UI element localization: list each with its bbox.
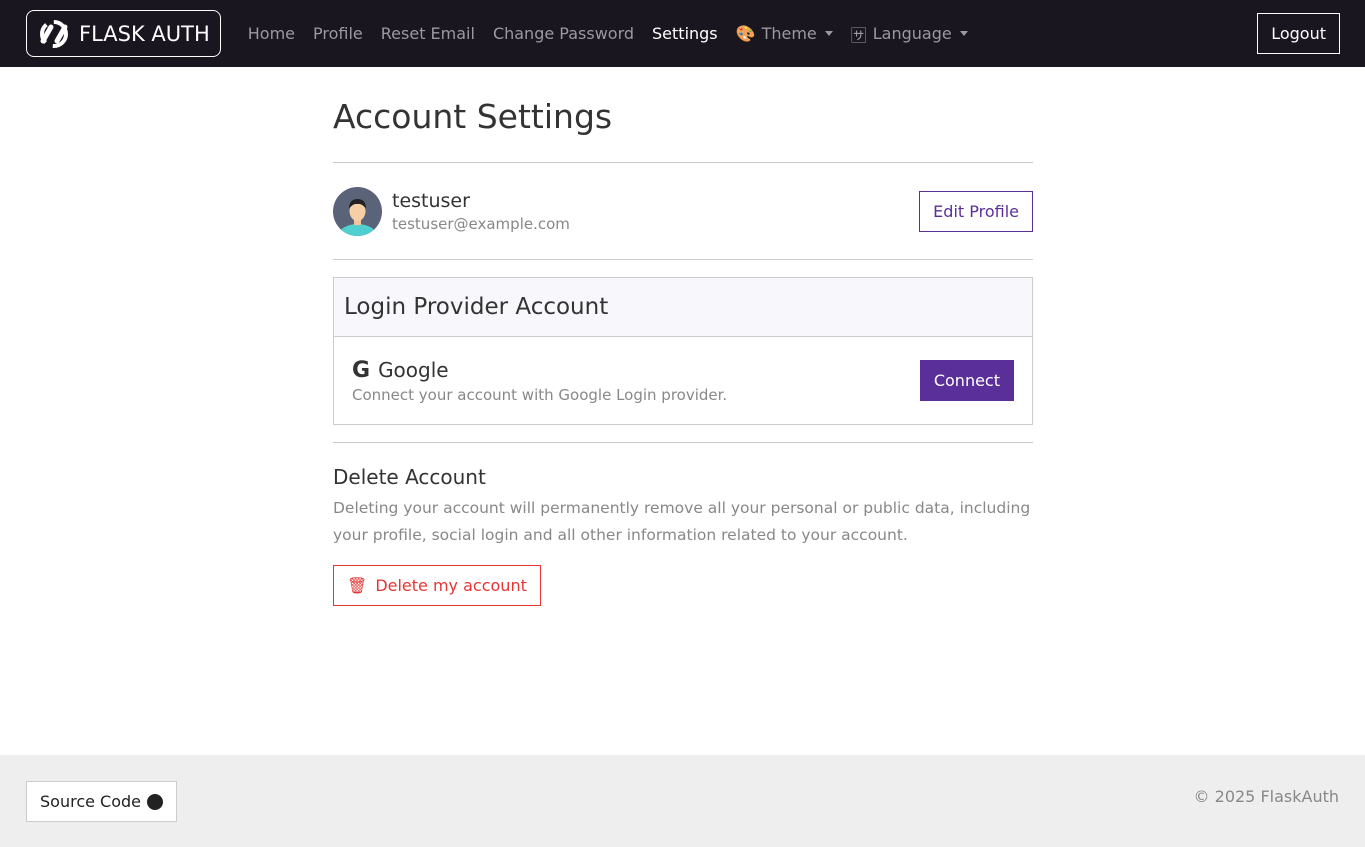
navbar: FLASK AUTH Home Profile Reset Email Chan… <box>0 0 1365 67</box>
translate-icon: 🈂 <box>850 25 867 45</box>
nav-reset-email[interactable]: Reset Email <box>372 22 484 46</box>
delete-account-button[interactable]: 🗑 Delete my account <box>333 565 541 606</box>
nav-settings[interactable]: Settings <box>643 22 727 46</box>
delete-account-title: Delete Account <box>333 465 486 489</box>
settings-content: Account Settings testuser testuser@examp… <box>333 67 1033 606</box>
brand-name: FLASK AUTH <box>79 21 210 46</box>
logo-icon <box>40 19 68 48</box>
card-header: Login Provider Account <box>334 278 1032 337</box>
nav-theme-dropdown[interactable]: 🎨 Theme <box>727 22 842 46</box>
trash-icon: 🗑 <box>347 576 368 595</box>
divider <box>333 259 1033 260</box>
nav-profile[interactable]: Profile <box>304 22 372 46</box>
connect-google-button[interactable]: Connect <box>919 360 1014 401</box>
brand-link[interactable]: FLASK AUTH <box>26 10 221 57</box>
caret-down-icon <box>959 31 968 36</box>
login-provider-card: Login Provider Account G Google Connect y… <box>333 277 1033 425</box>
delete-account-description: Deleting your account will permanently r… <box>333 499 1031 544</box>
divider <box>333 442 1033 443</box>
nav-language-dropdown[interactable]: 🈂 Language <box>842 22 977 46</box>
page-title: Account Settings <box>333 97 613 136</box>
user-email: testuser@example.com <box>392 214 570 233</box>
nav-home[interactable]: Home <box>239 22 304 46</box>
language-label: Language <box>872 24 952 43</box>
delete-label: Delete my account <box>375 576 527 595</box>
provider-description: Connect your account with Google Login p… <box>352 385 728 404</box>
copyright: © 2025 FlaskAuth <box>1193 787 1339 806</box>
palette-icon: 🎨 <box>735 24 756 43</box>
source-code-button[interactable]: Source Code <box>26 781 177 822</box>
theme-label: Theme <box>761 24 817 43</box>
nav-change-password[interactable]: Change Password <box>484 22 643 46</box>
edit-profile-button[interactable]: Edit Profile <box>919 190 1033 232</box>
avatar <box>333 186 382 236</box>
google-icon: G <box>352 357 371 383</box>
username: testuser <box>392 189 470 212</box>
provider-name: Google <box>378 358 449 382</box>
source-label: Source Code <box>40 792 141 811</box>
github-icon <box>147 793 163 810</box>
caret-down-icon <box>824 31 833 36</box>
logout-button[interactable]: Logout <box>1257 13 1340 54</box>
footer: Source Code © 2025 FlaskAuth <box>0 755 1365 847</box>
user-summary: testuser testuser@example.com Edit Profi… <box>333 163 1033 259</box>
